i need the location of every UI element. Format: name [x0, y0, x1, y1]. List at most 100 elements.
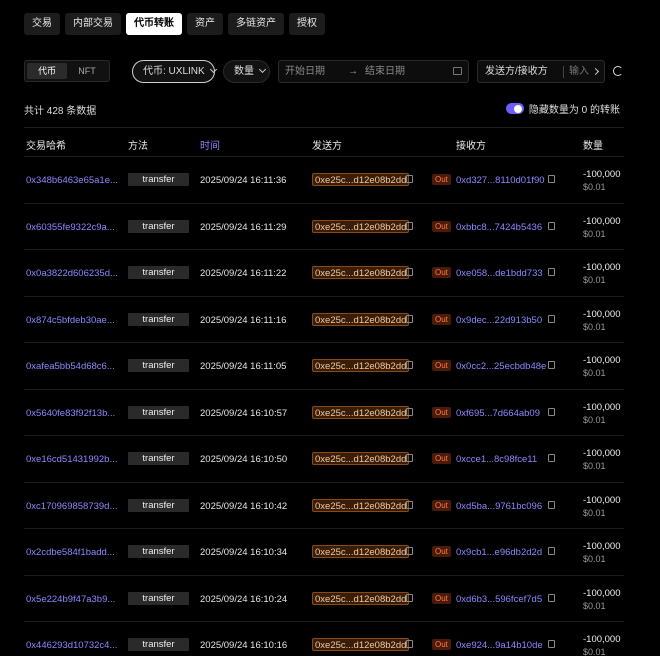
tx-hash-link[interactable]: 0x60355fe9322c9a...	[26, 222, 115, 233]
copy-icon[interactable]	[406, 361, 413, 369]
table-body: 0x348b6463e65a1e... transfer 2025/09/24 …	[24, 157, 624, 656]
filter-bar: 代币 NFT 代币: UXLINK 数量 开始日期 → 结束日期 发送方/接收方…	[24, 60, 660, 84]
copy-icon[interactable]	[548, 268, 555, 276]
start-date-input[interactable]: 开始日期	[285, 61, 325, 82]
table-row: 0xe16cd51431992b... transfer 2025/09/24 …	[24, 436, 624, 483]
from-address[interactable]: 0xe25c...d12e08b2dd	[312, 591, 410, 605]
tab-internal-transactions[interactable]: 内部交易	[65, 13, 121, 35]
copy-icon[interactable]	[548, 640, 555, 648]
copy-icon[interactable]	[548, 314, 555, 323]
table-row: 0x2cdbe584f1badd... transfer 2025/09/24 …	[24, 529, 624, 576]
tx-hash-link[interactable]: 0xc170969858739d...	[26, 501, 117, 512]
token-select[interactable]: 代币: UXLINK	[132, 60, 217, 83]
amount-usd: $0.01	[583, 228, 606, 239]
copy-icon[interactable]	[548, 454, 555, 462]
copy-icon[interactable]	[548, 500, 555, 509]
amount-value: -100,000	[583, 215, 621, 227]
direction-badge: Out	[432, 546, 451, 557]
tx-hash-link[interactable]: 0x2cdbe584f1badd...	[26, 547, 115, 558]
amount-usd: $0.01	[583, 414, 606, 425]
to-address-link[interactable]: 0x9dec...22d913b50	[456, 315, 542, 326]
amount-value: -100,000	[583, 494, 621, 506]
tx-hash-link[interactable]: 0x446293d10732c4...	[26, 640, 117, 651]
tx-hash-link[interactable]: 0xafea5bb54d68c6...	[26, 361, 115, 372]
refresh-icon[interactable]	[613, 66, 623, 76]
header-time[interactable]: 时间	[200, 137, 220, 152]
copy-icon[interactable]	[548, 407, 555, 416]
tab-assets[interactable]: 资产	[187, 13, 223, 35]
segment-token[interactable]: 代币	[27, 63, 67, 79]
to-address-link[interactable]: 0xcce1...8c98fce11	[456, 454, 537, 465]
table-row: 0x348b6463e65a1e... transfer 2025/09/24 …	[24, 157, 624, 204]
amount-value: -100,000	[583, 541, 621, 552]
copy-icon[interactable]	[406, 314, 413, 323]
chevron-right-icon[interactable]	[591, 67, 600, 76]
to-address-link[interactable]: 0xe058...de1bdd733	[456, 268, 543, 279]
copy-icon[interactable]	[548, 221, 555, 230]
direction-badge: Out	[432, 360, 451, 371]
copy-icon[interactable]	[406, 547, 413, 555]
copy-icon[interactable]	[548, 593, 555, 602]
address-input[interactable]: 输入	[569, 61, 589, 82]
from-address[interactable]: 0xe25c...d12e08b2dd	[312, 312, 410, 326]
copy-icon[interactable]	[548, 547, 555, 555]
to-address-link[interactable]: 0x0cc2...25ecbdb48e	[456, 361, 546, 372]
quantity-select[interactable]: 数量	[223, 60, 270, 83]
from-address[interactable]: 0xe25c...d12e08b2dd	[312, 173, 410, 186]
from-address[interactable]: 0xe25c...d12e08b2dd	[312, 359, 410, 372]
direction-select[interactable]: 发送方/接收方	[485, 61, 548, 82]
from-address[interactable]: 0xe25c...d12e08b2dd	[312, 545, 410, 558]
to-address-link[interactable]: 0xe924...9a14b10de	[456, 640, 543, 651]
copy-icon[interactable]	[548, 361, 555, 369]
copy-icon[interactable]	[406, 268, 413, 276]
tx-hash-link[interactable]: 0xe16cd51431992b...	[26, 454, 117, 465]
from-address[interactable]: 0xe25c...d12e08b2dd	[312, 498, 410, 512]
copy-icon[interactable]	[406, 407, 413, 416]
copy-icon[interactable]	[406, 454, 413, 462]
segment-nft[interactable]: NFT	[67, 63, 107, 79]
date-range-picker[interactable]: 开始日期 → 结束日期	[278, 60, 469, 83]
table-row: 0x0a3822d606235d... transfer 2025/09/24 …	[24, 250, 624, 297]
to-address-link[interactable]: 0xbbc8...7424b5436	[456, 222, 542, 233]
from-address[interactable]: 0xe25c...d12e08b2dd	[312, 405, 410, 419]
tab-token-transfers[interactable]: 代币转账	[126, 13, 182, 35]
header-from: 发送方	[312, 141, 342, 152]
to-address-link[interactable]: 0xd6b3...596fcef7d5	[456, 594, 542, 605]
from-address[interactable]: 0xe25c...d12e08b2dd	[312, 638, 410, 651]
table-row: 0x5e224b9f47a3b9... transfer 2025/09/24 …	[24, 576, 624, 622]
amount-usd: $0.01	[583, 275, 606, 285]
copy-icon[interactable]	[406, 500, 413, 509]
table-row: 0xc170969858739d... transfer 2025/09/24 …	[24, 483, 624, 529]
copy-icon[interactable]	[406, 221, 413, 230]
tx-hash-link[interactable]: 0x348b6463e65a1e...	[26, 175, 118, 186]
to-address-link[interactable]: 0xf695...7d664ab09	[456, 408, 540, 419]
tx-hash-link[interactable]: 0x874c5bfdeb30ae...	[26, 315, 115, 326]
tab-multichain-assets[interactable]: 多链资产	[228, 13, 284, 35]
copy-icon[interactable]	[548, 175, 555, 183]
amount-usd: $0.01	[583, 554, 606, 564]
table-header: 交易哈希 方法 时间 发送方 接收方 数量	[24, 127, 624, 157]
copy-icon[interactable]	[406, 593, 413, 602]
tab-transactions[interactable]: 交易	[24, 13, 60, 35]
from-address[interactable]: 0xe25c...d12e08b2dd	[312, 219, 410, 233]
token-nft-switch: 代币 NFT	[24, 60, 110, 82]
header-amount: 数量	[583, 141, 603, 152]
quantity-select-label: 数量	[234, 66, 254, 77]
calendar-icon[interactable]	[453, 67, 462, 75]
copy-icon[interactable]	[406, 175, 413, 183]
direction-filter[interactable]: 发送方/接收方 输入	[477, 60, 605, 83]
to-address-link[interactable]: 0x9cb1...e96db2d2d	[456, 547, 542, 558]
header-method: 方法	[128, 141, 148, 152]
copy-icon[interactable]	[406, 640, 413, 648]
from-address[interactable]: 0xe25c...d12e08b2dd	[312, 452, 410, 465]
tx-hash-link[interactable]: 0x5640fe83f92f13b...	[26, 408, 115, 419]
from-address[interactable]: 0xe25c...d12e08b2dd	[312, 266, 410, 279]
to-address-link[interactable]: 0xd327...8110d01f90	[456, 175, 545, 186]
hide-zero-toggle[interactable]	[505, 103, 524, 114]
tx-hash-link[interactable]: 0x5e224b9f47a3b9...	[26, 594, 115, 605]
tx-hash-link[interactable]: 0x0a3822d606235d...	[26, 268, 118, 279]
tx-time: 2025/09/24 16:10:50	[200, 454, 288, 465]
end-date-input[interactable]: 结束日期	[365, 61, 405, 82]
tab-approvals[interactable]: 授权	[289, 13, 325, 35]
to-address-link[interactable]: 0xd5ba...9761bc096	[456, 501, 542, 512]
